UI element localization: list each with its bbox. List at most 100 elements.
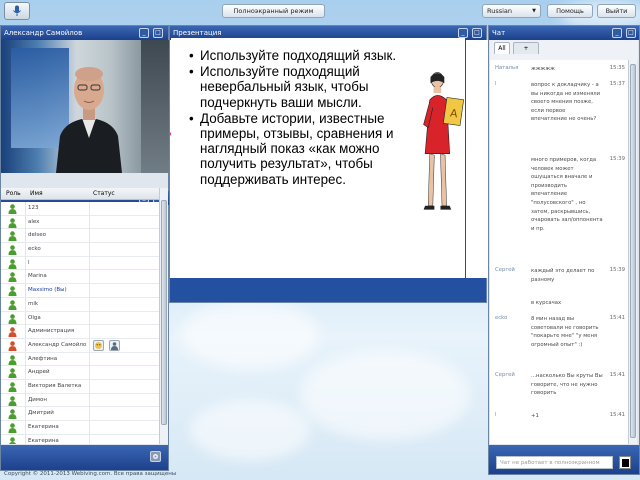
- person-icon: [8, 368, 17, 379]
- column-separator: [89, 366, 90, 380]
- column-separator: [25, 202, 26, 215]
- copyright-footer: Copyright © 2011-2013 Webiving.com. Все …: [4, 471, 176, 477]
- exit-button[interactable]: Выйти: [597, 4, 636, 18]
- participant-row[interactable]: Дмитрий: [1, 407, 159, 421]
- participant-row[interactable]: Андрей: [1, 366, 159, 380]
- person-icon: [8, 217, 17, 228]
- column-separator: [89, 352, 90, 366]
- chat-sender: l: [495, 412, 497, 418]
- column-name[interactable]: Имя: [30, 190, 43, 197]
- participant-row[interactable]: ecko: [1, 243, 159, 257]
- help-button[interactable]: Помощь: [547, 4, 593, 18]
- column-separator: [25, 338, 26, 352]
- column-separator: [89, 284, 90, 298]
- participant-name: mik: [28, 300, 39, 307]
- participant-name: Администрация: [28, 328, 75, 335]
- fullscreen-button[interactable]: Полноэкранный режим: [222, 4, 325, 18]
- participants-scrollbar[interactable]: [159, 188, 168, 444]
- participant-row[interactable]: Администрация: [1, 325, 159, 339]
- language-value: Russian: [487, 7, 513, 15]
- person-icon: [8, 409, 17, 420]
- column-separator: [89, 229, 90, 243]
- column-separator: [25, 379, 26, 393]
- participant-row[interactable]: delseo: [1, 229, 159, 244]
- person-icon: [8, 395, 17, 406]
- participant-row[interactable]: l: [1, 256, 159, 271]
- top-toolbar: Полноэкранный режим Russian ▼ Помощь Выйт…: [0, 0, 640, 22]
- background-cloud: [180, 300, 320, 370]
- chat-scrollbar[interactable]: [628, 60, 637, 444]
- column-separator: [25, 284, 26, 298]
- participant-row[interactable]: Olga: [1, 311, 159, 326]
- column-separator: [25, 243, 26, 257]
- tab-add[interactable]: +: [513, 42, 539, 54]
- participant-status-icon[interactable]: [93, 339, 104, 351]
- presentation-minimize-button[interactable]: _: [458, 28, 468, 38]
- column-separator: [25, 407, 26, 421]
- participant-name: Екатерина: [28, 437, 59, 444]
- participant-name: Алефтина: [28, 355, 58, 362]
- participant-row[interactable]: 123: [1, 202, 159, 216]
- participant-name: l: [28, 259, 30, 266]
- person-icon: [8, 327, 17, 338]
- chat-message-input[interactable]: Чат не работает в полноэкранном: [496, 456, 613, 469]
- participant-row[interactable]: Димон: [1, 393, 159, 408]
- participants-scroll-thumb[interactable]: [161, 200, 167, 425]
- chat-time: 15:37: [609, 81, 625, 87]
- participant-cam-icon[interactable]: [109, 339, 120, 351]
- person-status-icon: [111, 342, 118, 350]
- column-separator: [25, 393, 26, 407]
- chat-text: жжжжж: [531, 66, 555, 72]
- settings-button[interactable]: [150, 451, 161, 462]
- microphone-button[interactable]: [4, 2, 30, 20]
- chat-text: в курсачах: [531, 300, 562, 306]
- participant-row[interactable]: Александр Самойлов: [1, 338, 159, 353]
- participant-row[interactable]: Виктория Валетка: [1, 379, 159, 394]
- person-icon: [8, 354, 17, 365]
- column-separator: [25, 297, 26, 311]
- person-icon: [8, 259, 17, 269]
- minimize-button[interactable]: _: [139, 28, 149, 38]
- person-icon: [8, 341, 17, 351]
- participant-name: Екатерина: [28, 424, 59, 430]
- person-icon: [8, 423, 17, 433]
- participant-row[interactable]: Екатерина: [1, 434, 159, 444]
- text-color-picker[interactable]: [619, 456, 631, 469]
- participant-row[interactable]: alex: [1, 215, 159, 230]
- chat-sender: Сергей: [495, 372, 515, 378]
- participant-row[interactable]: Marina: [1, 270, 159, 285]
- chat-sender: ecko: [495, 315, 508, 321]
- chat-minimize-button[interactable]: _: [612, 28, 622, 38]
- chevron-down-icon: ▼: [532, 8, 536, 14]
- background-cloud: [190, 400, 310, 460]
- copyright-text: Copyright © 2011-2013 Webiving.com. Все …: [4, 471, 177, 477]
- language-select[interactable]: Russian ▼: [482, 4, 541, 18]
- participants-list: 123 alex delseo ecko l Marina Maxsimo (Вы) mik O…: [1, 202, 159, 444]
- participant-name: Дмитрий: [28, 410, 54, 417]
- chat-scroll-thumb[interactable]: [630, 64, 636, 438]
- participant-row[interactable]: mik: [1, 297, 159, 312]
- participants-footer-bar: [1, 445, 168, 470]
- chat-text: 8 мин назад вы советовали не говорить "п…: [531, 316, 599, 348]
- background-cloud: [300, 350, 470, 440]
- tab-all[interactable]: All: [494, 42, 510, 54]
- maximize-button[interactable]: □: [153, 28, 163, 38]
- tab-all-label: All: [498, 45, 506, 52]
- participant-row[interactable]: Екатерина: [1, 421, 159, 435]
- chat-maximize-button[interactable]: □: [626, 28, 636, 38]
- column-separator: [89, 297, 90, 311]
- participant-row[interactable]: Алефтина: [1, 352, 159, 367]
- presentation-maximize-button[interactable]: □: [472, 28, 482, 38]
- column-status[interactable]: Статус: [93, 190, 115, 197]
- chat-time: 15:39: [609, 267, 625, 273]
- chat-title-text: Чат: [492, 29, 506, 37]
- column-separator: [25, 270, 26, 284]
- chat-time: 15:41: [609, 372, 625, 378]
- column-role[interactable]: Роль: [6, 190, 21, 197]
- column-separator: [25, 366, 26, 380]
- chat-time: 15:39: [609, 156, 625, 162]
- presentation-slide: Используйте подходящий язык. Используйте…: [171, 38, 465, 278]
- participant-name: Димон: [28, 396, 47, 403]
- participant-row[interactable]: Maxsimo (Вы): [1, 284, 159, 298]
- participant-name: Olga: [28, 314, 41, 321]
